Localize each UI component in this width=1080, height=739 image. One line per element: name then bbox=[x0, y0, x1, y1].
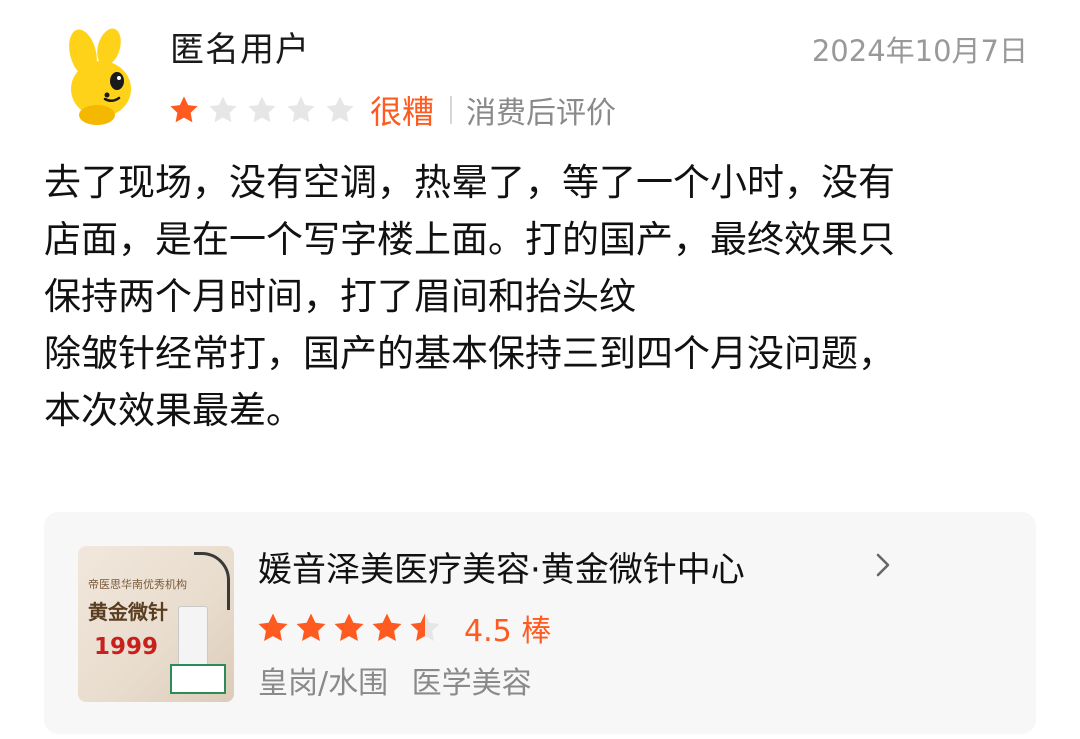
rating-word: 很糟 bbox=[370, 93, 435, 131]
review-text-line: 保持两个月时间，打了眉间和抬头纹 bbox=[44, 275, 636, 318]
shop-name[interactable]: 媛音泽美医疗美容·黄金微针中心 bbox=[258, 542, 745, 591]
star-icon bbox=[326, 96, 354, 123]
star-icon bbox=[296, 613, 326, 642]
star-icon bbox=[258, 613, 288, 642]
certificate-icon bbox=[170, 664, 226, 694]
user-avatar[interactable] bbox=[44, 22, 154, 132]
star-icon bbox=[334, 613, 364, 642]
star-icon bbox=[287, 96, 315, 123]
shop-meta: 皇岗/水围 医学美容 bbox=[258, 658, 532, 702]
username: 匿名用户 bbox=[170, 30, 310, 70]
star-icon bbox=[410, 613, 440, 642]
shop-card[interactable]: 帝医思华南优秀机构 黄金微针 1999 媛音泽美医疗美容·黄金微针中心 4.5 … bbox=[44, 512, 1036, 734]
star-icon bbox=[170, 96, 198, 123]
review-stars bbox=[168, 94, 356, 126]
chevron-right-icon[interactable] bbox=[870, 552, 896, 578]
review-text-line: 店面，是在一个写字楼上面。打的国产，最终效果只 bbox=[44, 218, 895, 261]
star-icon bbox=[372, 613, 402, 642]
star-icon bbox=[248, 96, 276, 123]
review-text-line: 本次效果最差。 bbox=[44, 389, 303, 432]
shop-stars bbox=[256, 611, 442, 645]
review-page: 匿名用户 2024年10月7日 很糟 消费后评价 去了现场，没有空调，热晕了，等… bbox=[0, 0, 1080, 739]
shop-area: 皇岗/水围 bbox=[258, 666, 389, 701]
device-cable-shape bbox=[194, 552, 230, 610]
divider bbox=[450, 96, 453, 124]
shop-category: 医学美容 bbox=[411, 666, 532, 701]
review-rating-row: 很糟 消费后评价 bbox=[168, 88, 616, 132]
review-text-line: 除皱针经常打，国产的基本保持三到四个月没问题， bbox=[44, 332, 895, 375]
review-text-line: 去了现场，没有空调，热晕了，等了一个小时，没有 bbox=[44, 161, 895, 204]
review-body: 去了现场，没有空调，热晕了，等了一个小时，没有 店面，是在一个写字楼上面。打的国… bbox=[44, 154, 1024, 439]
review-date: 2024年10月7日 bbox=[811, 34, 1028, 68]
shop-rating-row: 4.5 棒 bbox=[256, 606, 551, 650]
thumbnail-title: 黄金微针 bbox=[88, 600, 168, 624]
thumbnail-price: 1999 bbox=[94, 634, 159, 660]
shop-score: 4.5 棒 bbox=[464, 614, 552, 649]
star-icon bbox=[209, 96, 237, 123]
review-type-tag: 消费后评价 bbox=[466, 96, 617, 131]
cartoon-avatar-icon bbox=[69, 28, 131, 125]
thumbnail-caption: 帝医思华南优秀机构 bbox=[88, 578, 187, 591]
shop-thumbnail[interactable]: 帝医思华南优秀机构 黄金微针 1999 bbox=[78, 546, 234, 702]
